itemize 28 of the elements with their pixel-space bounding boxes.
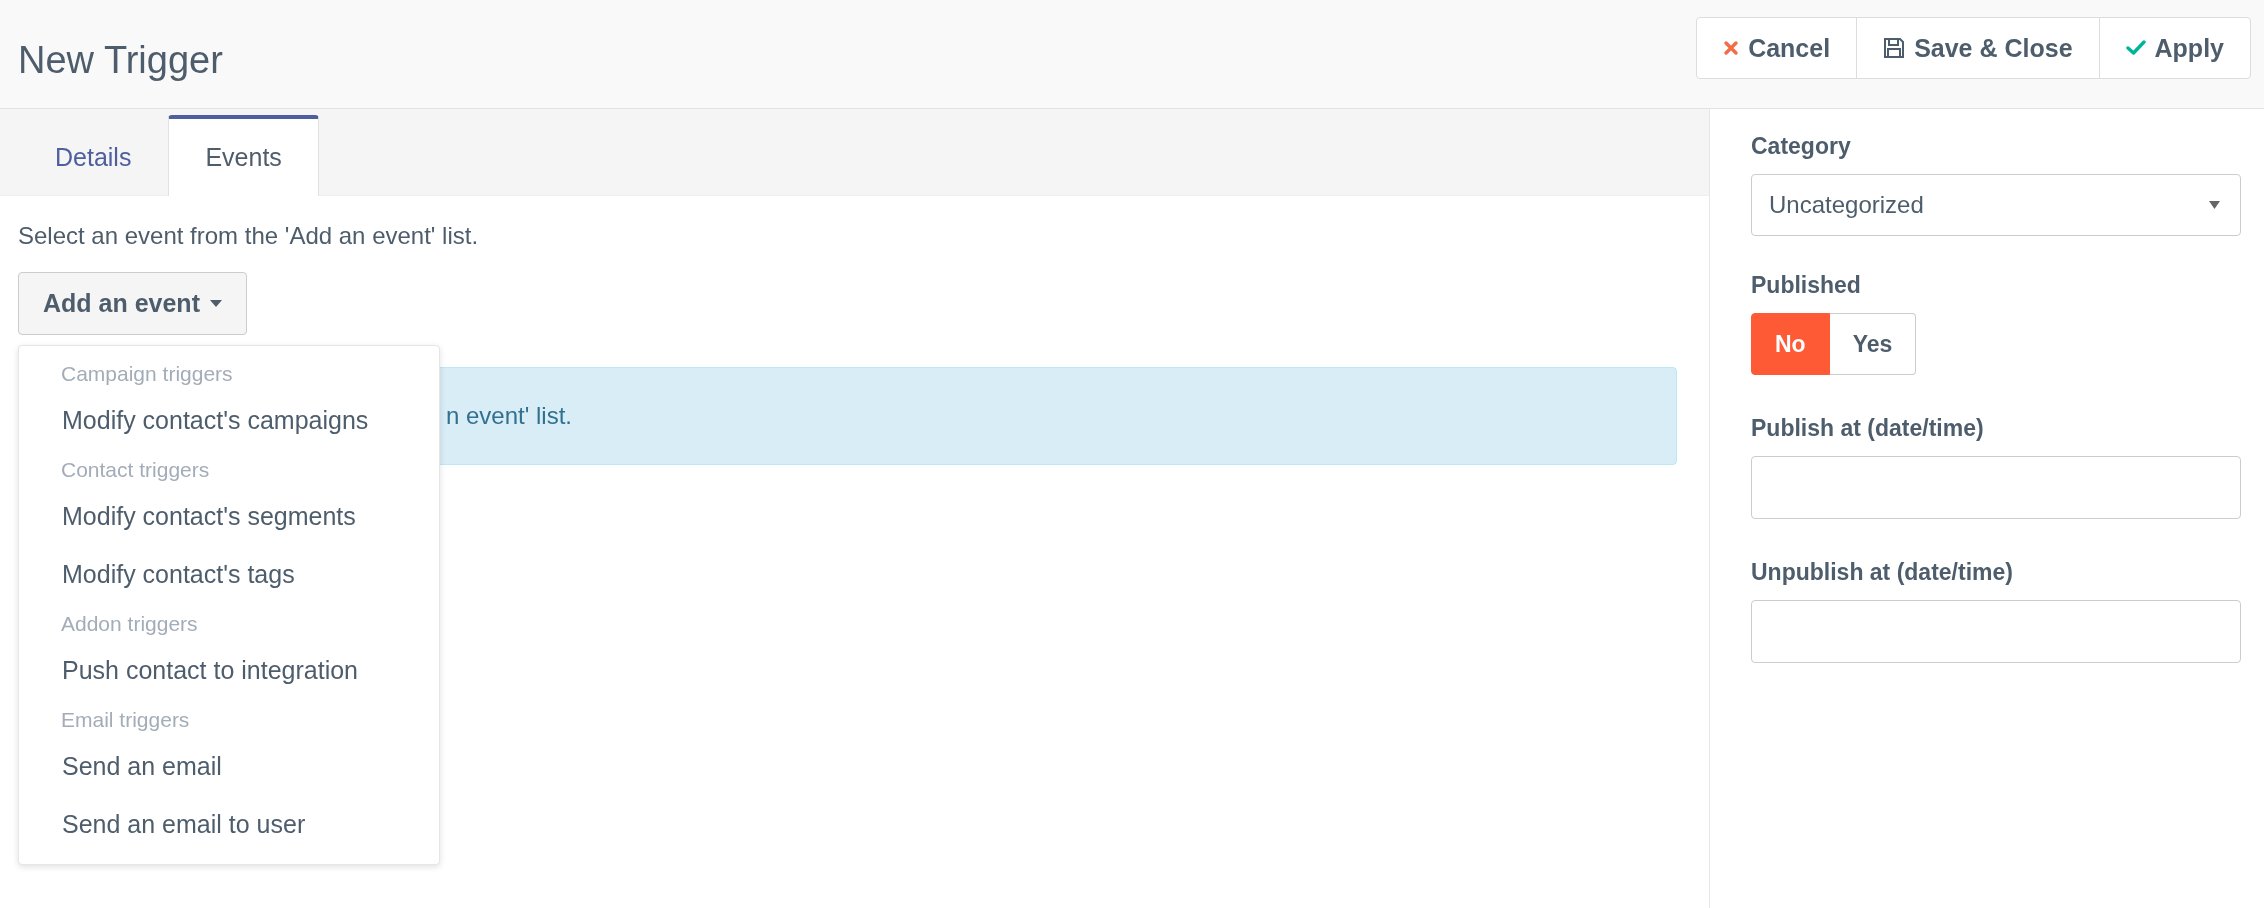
menu-item[interactable]: Push contact to integration <box>19 642 439 700</box>
add-event-button[interactable]: Add an event <box>18 272 247 335</box>
instruction-text: Select an event from the 'Add an event' list. <box>18 222 480 250</box>
field-label: Published <box>1751 272 1862 299</box>
menu-item[interactable]: Send an email <box>19 738 439 796</box>
menu-item[interactable]: Modify contact's tags <box>19 546 439 604</box>
date-input[interactable] <box>1751 600 2241 663</box>
date-input[interactable] <box>1751 456 2241 519</box>
field-label: Category <box>1751 133 1852 160</box>
check-icon <box>2125 40 2146 56</box>
page-title: New Trigger <box>18 39 223 82</box>
caret-icon <box>2209 201 2220 209</box>
menu-item[interactable]: Send an email to user <box>19 796 439 854</box>
tab[interactable]: Details <box>18 115 169 196</box>
save-close-button[interactable]: Save & Close <box>1856 17 2100 79</box>
cancel-button[interactable]: Cancel <box>1696 17 1858 79</box>
apply-button[interactable]: Apply <box>2098 17 2251 79</box>
toggle-option[interactable]: Yes <box>1829 313 1917 375</box>
field-label: Publish at (date/time) <box>1751 415 1985 442</box>
menu-item[interactable]: Modify contact's segments <box>19 488 439 546</box>
field-label: Unpublish at (date/time) <box>1751 559 2014 586</box>
menu-group-header: Email triggers <box>60 707 191 733</box>
tab[interactable]: Events <box>168 115 319 196</box>
menu-group-header: Addon triggers <box>60 611 199 637</box>
caret-icon <box>210 300 222 307</box>
close-icon <box>1723 40 1740 56</box>
menu-item[interactable]: Modify contact's campaigns <box>19 392 439 450</box>
category-select[interactable]: Uncategorized <box>1751 174 2241 236</box>
